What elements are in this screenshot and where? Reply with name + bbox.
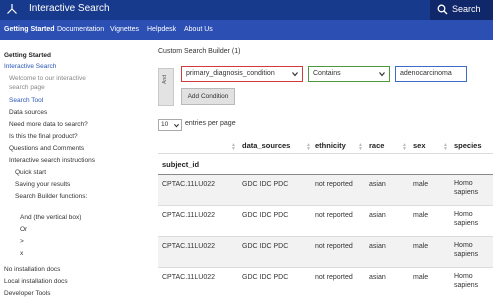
- sidebar-item-builder-functions[interactable]: Search Builder functions:: [15, 193, 87, 200]
- cell-species: Homo sapiens: [454, 273, 479, 289]
- nav-helpdesk[interactable]: Helpdesk: [147, 26, 176, 33]
- chevron-down-icon: [292, 72, 298, 77]
- and-logic-toggle[interactable]: And: [158, 68, 174, 106]
- table-row[interactable]: CPTAC.11LU022 GDC IDC PDC not reported a…: [158, 268, 493, 298]
- sidebar-item-and[interactable]: And (the vertical box): [20, 214, 81, 221]
- sidebar-item-x[interactable]: x: [20, 250, 23, 257]
- cell-subject-id: CPTAC.11LU022: [162, 243, 216, 250]
- cell-race: asian: [369, 212, 386, 219]
- nav-bar: Getting Started Documentation Vignettes …: [0, 20, 493, 40]
- condition-value-text: adenocarcinoma: [400, 70, 452, 77]
- cell-species: Homo sapiens: [454, 211, 479, 227]
- column-header-subject-id[interactable]: subject_id: [162, 160, 199, 169]
- sort-icon[interactable]: ▲ ▼: [358, 143, 363, 152]
- column-header-species[interactable]: species: [454, 141, 482, 150]
- sidebar-item-search-tool[interactable]: Search Tool: [9, 97, 43, 104]
- cell-ethnicity: not reported: [315, 212, 353, 219]
- cell-race: asian: [369, 243, 386, 250]
- table-row[interactable]: CPTAC.11LU022 GDC IDC PDC not reported a…: [158, 237, 493, 267]
- sidebar-item-data-sources[interactable]: Data sources: [9, 109, 47, 116]
- operator-select[interactable]: Contains: [308, 66, 390, 82]
- sidebar-item-welcome[interactable]: Welcome to our interactive search page: [9, 74, 89, 92]
- table-row[interactable]: CPTAC.11LU022 GDC IDC PDC not reported a…: [158, 206, 493, 236]
- entries-label: entries per page: [185, 120, 236, 127]
- cell-subject-id: CPTAC.11LU022: [162, 181, 216, 188]
- column-header-race[interactable]: race: [369, 141, 384, 150]
- and-logic-label: And: [162, 75, 168, 84]
- cell-ethnicity: not reported: [315, 274, 353, 281]
- sort-icon[interactable]: ▲ ▼: [443, 143, 448, 152]
- sort-icon[interactable]: ▲ ▼: [306, 143, 311, 152]
- cell-data-sources: GDC IDC PDC: [242, 212, 289, 219]
- table-row[interactable]: CPTAC.11LU022 GDC IDC PDC not reported a…: [158, 175, 493, 205]
- top-bar: Interactive Search Search: [0, 0, 493, 20]
- sidebar-item-interactive-search[interactable]: Interactive Search: [4, 63, 56, 70]
- sidebar-item-final-product[interactable]: Is this the final product?: [9, 133, 78, 140]
- search-builder-title: Custom Search Builder (1): [158, 48, 241, 55]
- condition-value-input[interactable]: adenocarcinoma: [395, 66, 467, 82]
- entries-per-page-select[interactable]: 10: [158, 119, 182, 131]
- column-header-data-sources[interactable]: data_sources: [242, 141, 290, 150]
- cell-sex: male: [413, 243, 429, 250]
- sidebar-item-no-installation[interactable]: No installation docs: [4, 266, 60, 273]
- cell-sex: male: [413, 212, 429, 219]
- cell-species: Homo sapiens: [454, 180, 479, 196]
- add-condition-button[interactable]: Add Condition: [181, 88, 235, 105]
- sidebar-item-local-installation[interactable]: Local installation docs: [4, 278, 68, 285]
- field-select[interactable]: primary_diagnosis_condition: [181, 66, 303, 82]
- column-header-sex[interactable]: sex: [413, 141, 426, 150]
- nav-about-us[interactable]: About Us: [184, 26, 213, 33]
- app-title[interactable]: Interactive Search: [29, 3, 110, 14]
- sidebar-item-questions[interactable]: Questions and Comments: [9, 145, 84, 152]
- sidebar-item-gt[interactable]: >: [20, 238, 24, 245]
- cell-species: Homo sapiens: [454, 242, 479, 258]
- sidebar-item-instructions[interactable]: Interactive search instructions: [9, 157, 95, 164]
- sidebar-item-getting-started[interactable]: Getting Started: [4, 52, 51, 59]
- entries-value: 10: [161, 121, 169, 128]
- sidebar-item-saving-results[interactable]: Saving your results: [15, 181, 70, 188]
- sidebar-item-quick-start[interactable]: Quick start: [15, 169, 46, 176]
- cell-race: asian: [369, 181, 386, 188]
- sidebar-item-or[interactable]: Or: [20, 226, 27, 233]
- cell-sex: male: [413, 181, 429, 188]
- nav-documentation[interactable]: Documentation: [57, 26, 104, 33]
- field-select-value: primary_diagnosis_condition: [186, 70, 275, 77]
- cell-ethnicity: not reported: [315, 181, 353, 188]
- sort-icon[interactable]: ▲ ▼: [231, 143, 236, 152]
- cell-data-sources: GDC IDC PDC: [242, 243, 289, 250]
- search-label: Search: [452, 4, 481, 14]
- sort-icon[interactable]: ▲ ▼: [402, 143, 407, 152]
- cell-data-sources: GDC IDC PDC: [242, 274, 289, 281]
- cell-subject-id: CPTAC.11LU022: [162, 274, 216, 281]
- cell-subject-id: CPTAC.11LU022: [162, 212, 216, 219]
- nav-getting-started[interactable]: Getting Started: [4, 26, 55, 33]
- sidebar-item-need-more-data[interactable]: Need more data to search?: [9, 121, 88, 128]
- column-header-ethnicity[interactable]: ethnicity: [315, 141, 346, 150]
- operator-select-value: Contains: [313, 70, 341, 77]
- divider: [158, 153, 493, 154]
- chevron-down-icon: [379, 72, 385, 77]
- chevron-down-icon: [174, 123, 179, 128]
- search-button[interactable]: Search: [430, 0, 493, 20]
- sidebar-item-developer-tools[interactable]: Developer Tools: [4, 290, 51, 297]
- cell-race: asian: [369, 274, 386, 281]
- nav-vignettes[interactable]: Vignettes: [110, 26, 139, 33]
- network-logo-icon[interactable]: [6, 3, 18, 15]
- cell-sex: male: [413, 274, 429, 281]
- cell-ethnicity: not reported: [315, 243, 353, 250]
- sidebar-toc: Getting Started Interactive Search Welco…: [0, 40, 150, 300]
- cell-data-sources: GDC IDC PDC: [242, 181, 289, 188]
- search-icon: [437, 4, 448, 15]
